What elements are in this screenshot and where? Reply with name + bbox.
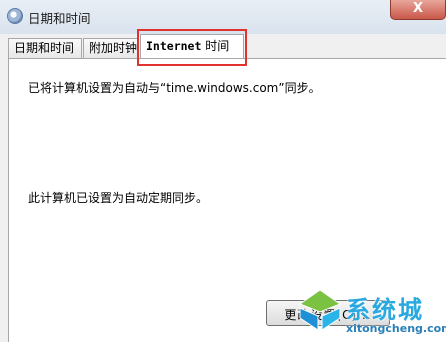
date-time-dialog: 日期和时间 X 日期和时间 附加时钟 Internet 时间 已将计算机设置为自… xyxy=(0,0,446,342)
tab-highlight-box xyxy=(137,29,247,66)
watermark: 系统城 xitongcheng.com xyxy=(296,284,446,342)
close-icon: X xyxy=(412,1,424,16)
close-button[interactable]: X xyxy=(390,0,446,20)
watermark-logo-icon xyxy=(298,289,342,331)
watermark-url: xitongcheng.com xyxy=(346,322,446,335)
tab-additional-clocks[interactable]: 附加时钟 xyxy=(83,38,139,58)
clock-icon xyxy=(7,8,23,24)
scheduled-sync-text: 此计算机已设置为自动定期同步。 xyxy=(28,191,209,205)
watermark-name: 系统城 xyxy=(346,296,424,324)
sync-server-text: 已将计算机设置为自动与“time.windows.com”同步。 xyxy=(28,81,321,95)
tab-date-time[interactable]: 日期和时间 xyxy=(8,38,82,58)
window-title: 日期和时间 xyxy=(28,11,91,26)
